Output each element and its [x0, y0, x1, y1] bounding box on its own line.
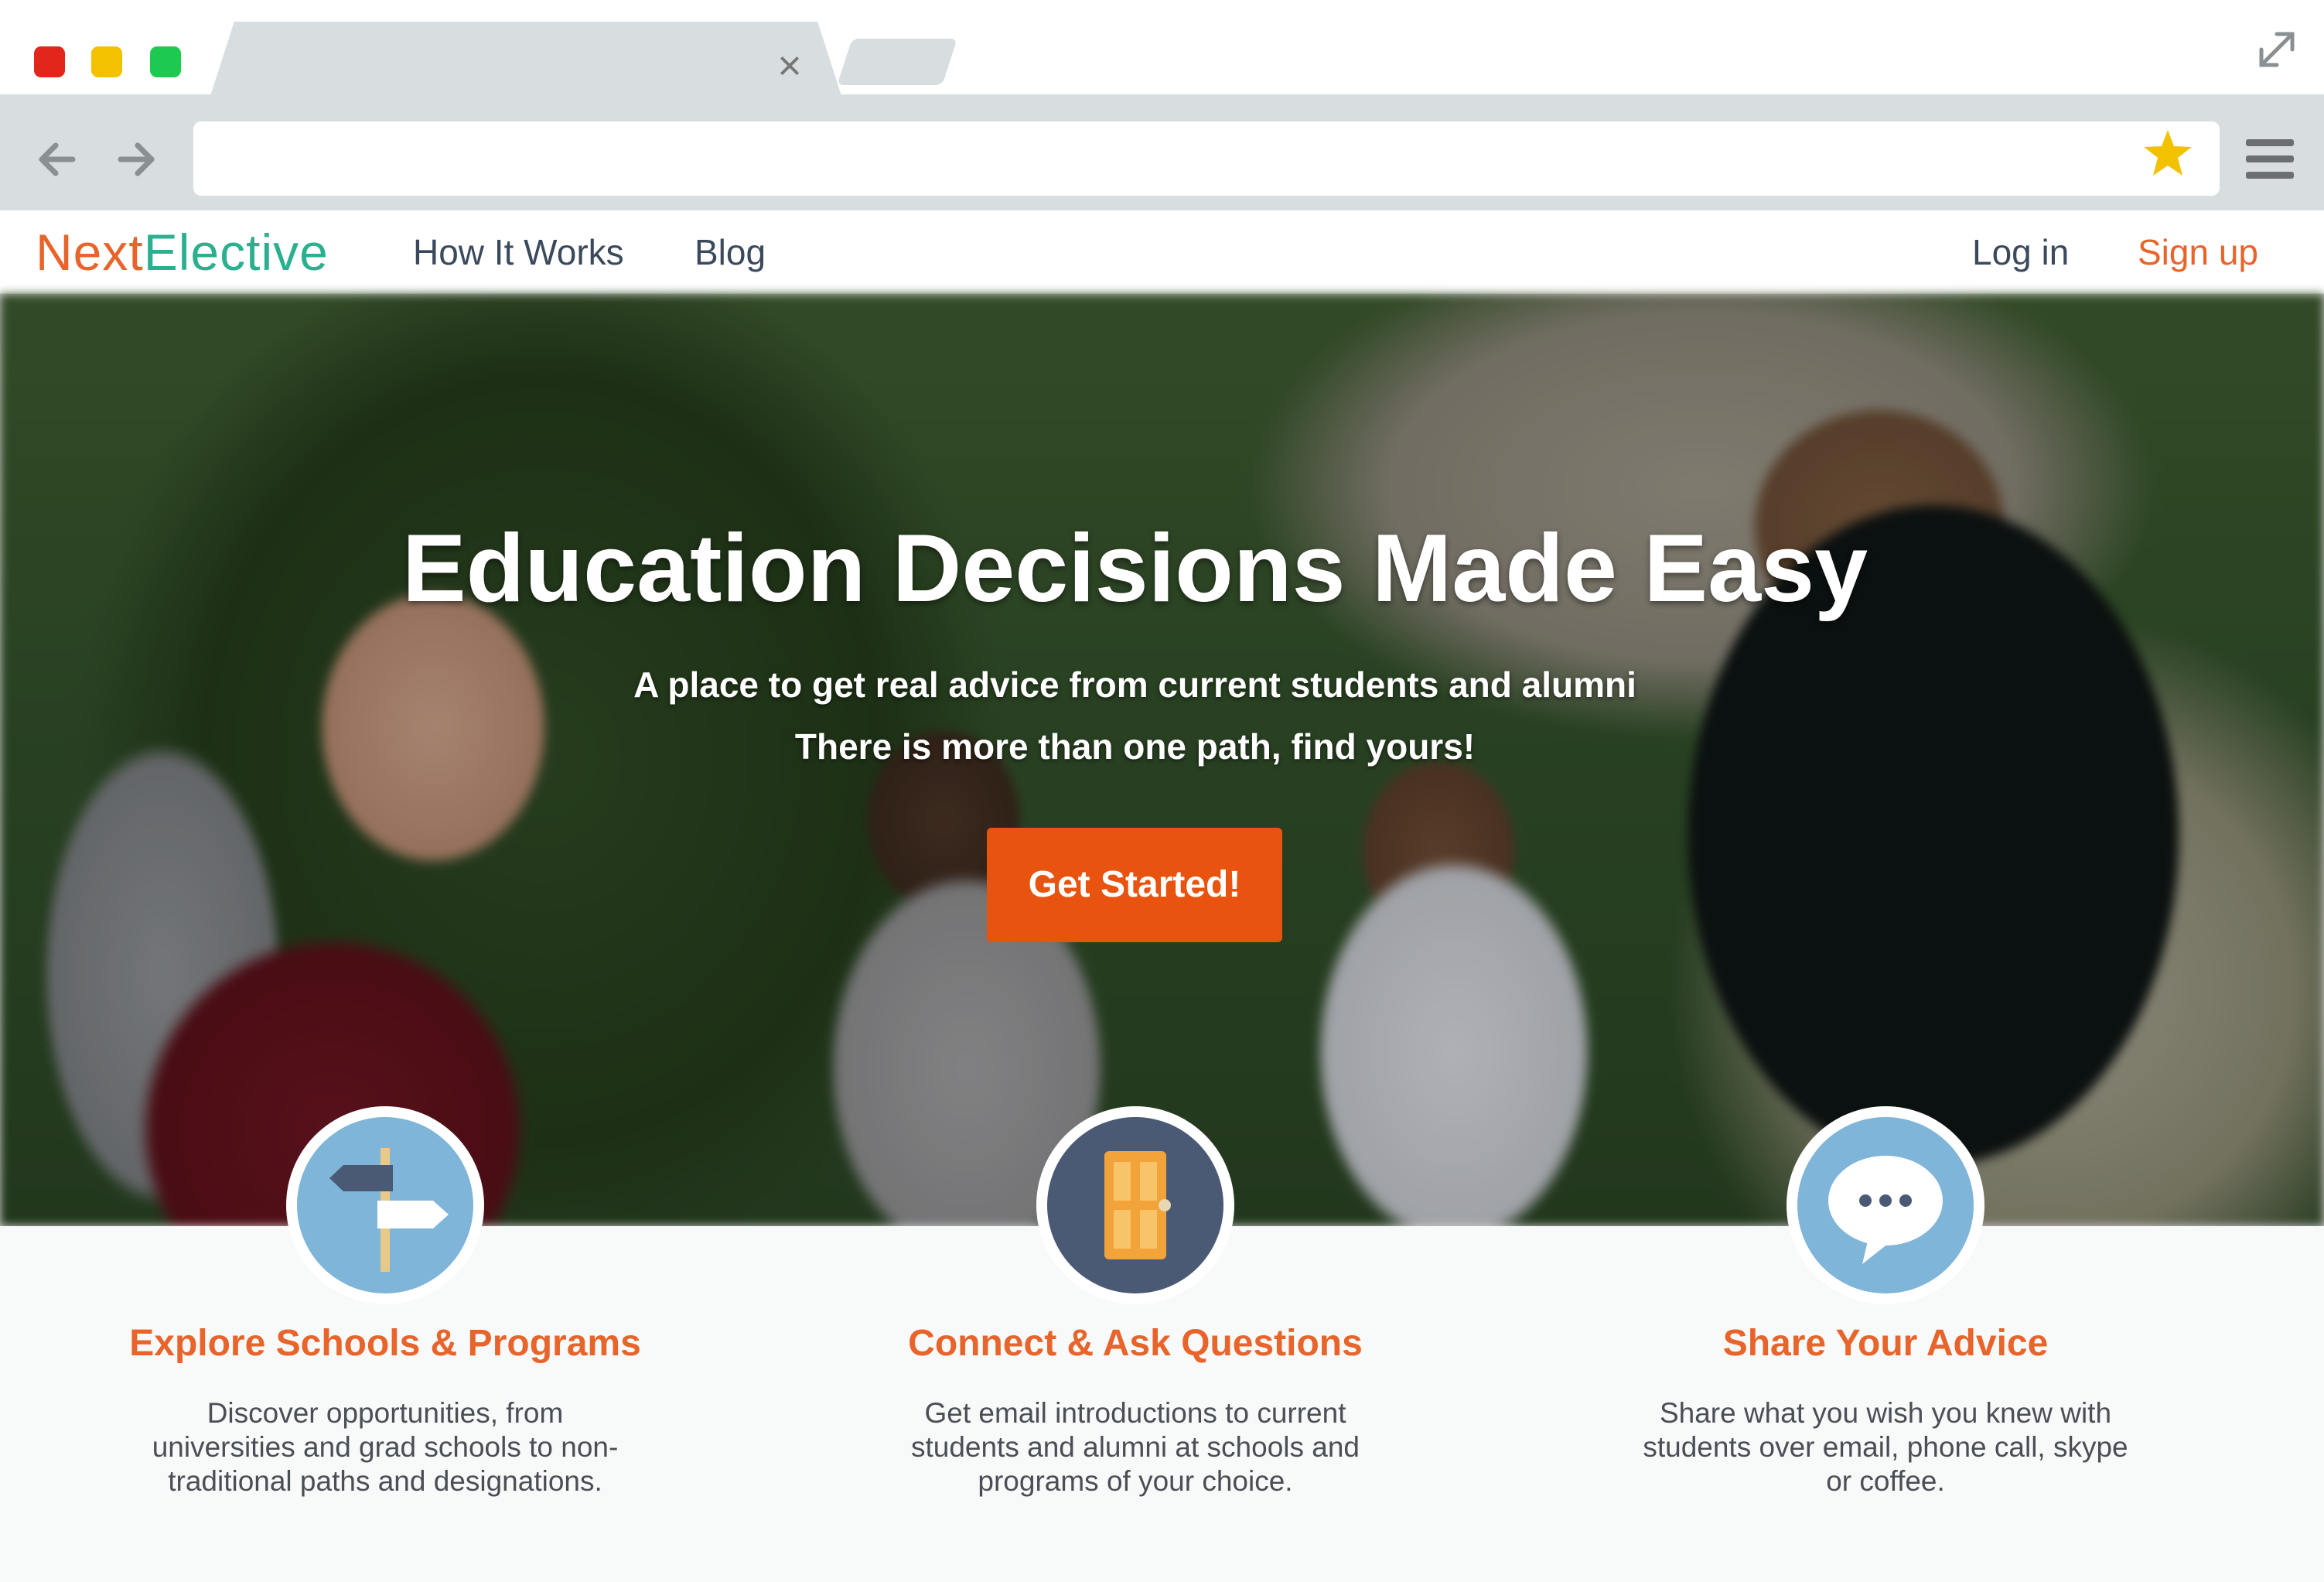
door-icon	[1036, 1106, 1234, 1304]
site-logo[interactable]: NextElective	[36, 223, 329, 282]
nav-how-it-works[interactable]: How It Works	[413, 229, 624, 275]
fullscreen-expand-icon[interactable]	[2255, 28, 2298, 71]
site-header: NextElective How It Works Blog Log in Si…	[0, 210, 2324, 294]
browser-tab[interactable]	[209, 22, 843, 101]
tab-close-icon[interactable]: ×	[772, 45, 807, 87]
logo-text-elective: Elective	[143, 224, 329, 281]
feature-desc-connect: Get email introductions to current stude…	[910, 1397, 1360, 1497]
window-close-button[interactable]	[34, 46, 65, 77]
hamburger-menu-icon[interactable]	[2246, 139, 2294, 179]
browser-window: × NextElective How It Works Blog Log in …	[0, 0, 2324, 1582]
feature-title-connect: Connect & Ask Questions	[908, 1323, 1363, 1364]
logo-text-next: Next	[36, 224, 144, 281]
feature-desc-explore: Discover opportunities, from universitie…	[152, 1397, 619, 1497]
hero-subtitle-line2: There is more than one path, find yours!	[794, 726, 1476, 767]
feature-desc-share: Share what you wish you knew with studen…	[1643, 1397, 2128, 1497]
window-minimize-button[interactable]	[91, 46, 122, 77]
speech-bubble-icon	[1787, 1106, 1984, 1304]
bookmark-star-icon[interactable]	[2142, 128, 2193, 179]
nav-blog[interactable]: Blog	[694, 229, 766, 275]
login-link[interactable]: Log in	[1972, 229, 2069, 275]
signpost-icon	[286, 1106, 484, 1304]
new-tab-button[interactable]	[837, 39, 957, 85]
feature-title-share: Share Your Advice	[1722, 1323, 2049, 1364]
signup-link[interactable]: Sign up	[2138, 229, 2258, 275]
hero-title: Education Decisions Made Easy	[401, 515, 1868, 622]
get-started-button[interactable]: Get Started!	[987, 828, 1282, 942]
window-maximize-button[interactable]	[150, 46, 181, 77]
forward-arrow-icon[interactable]	[113, 136, 159, 183]
hero-subtitle-line1: A place to get real advice from current …	[633, 665, 1636, 705]
address-bar[interactable]	[193, 121, 2220, 196]
feature-title-explore: Explore Schools & Programs	[129, 1323, 641, 1364]
back-arrow-icon[interactable]	[34, 136, 80, 183]
